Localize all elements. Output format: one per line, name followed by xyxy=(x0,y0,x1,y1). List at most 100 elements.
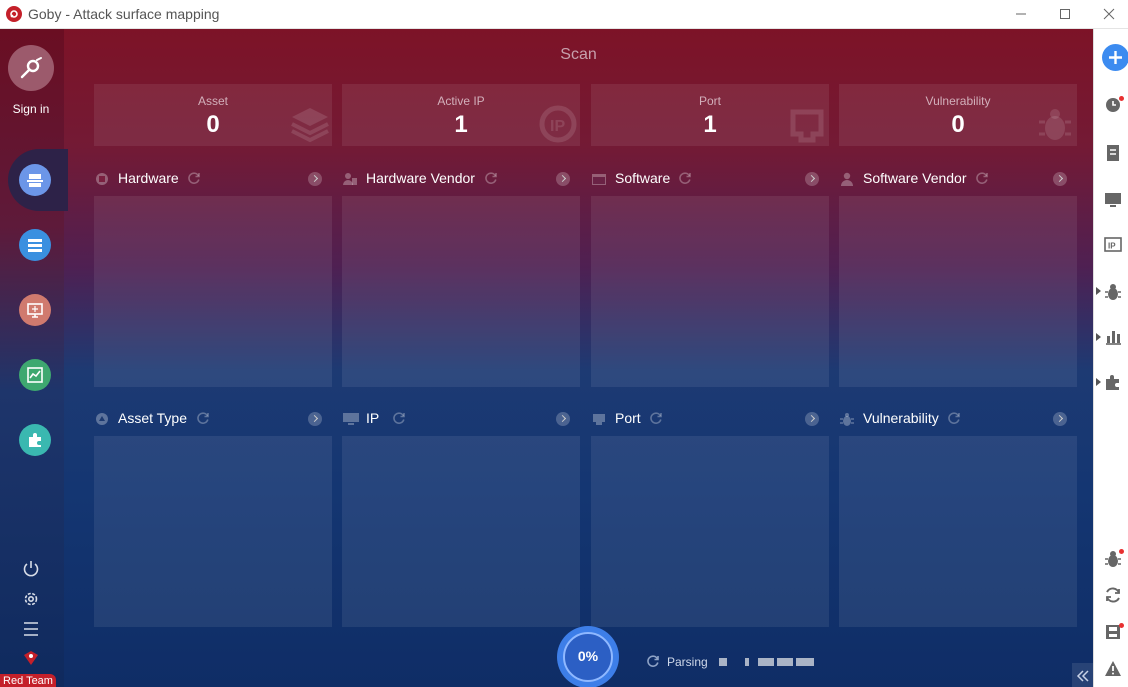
refresh-icon[interactable] xyxy=(196,411,210,425)
menu-icon[interactable] xyxy=(22,620,40,638)
refresh-icon[interactable] xyxy=(392,411,406,425)
redacted-text xyxy=(777,658,793,666)
user-icon xyxy=(841,172,853,186)
more-button[interactable] xyxy=(1053,172,1067,186)
chart-panel xyxy=(591,436,829,627)
stat-vulnerability[interactable]: Vulnerability 0 xyxy=(839,84,1077,146)
chart-panel xyxy=(342,196,580,387)
scan-nav-button[interactable] xyxy=(19,164,51,196)
sync-icon[interactable] xyxy=(1104,586,1122,604)
hardware-icon xyxy=(96,173,108,185)
chart-nav-button[interactable] xyxy=(19,359,51,391)
stat-value: 1 xyxy=(454,111,468,138)
asset-list-nav-button[interactable] xyxy=(19,229,51,261)
status-text: Parsing xyxy=(667,655,708,669)
plus-icon xyxy=(1109,51,1122,64)
notification-dot xyxy=(1119,96,1124,101)
section-title: Hardware xyxy=(118,170,179,186)
bug-icon xyxy=(840,413,854,426)
loading-icon xyxy=(647,655,659,667)
minimize-button[interactable] xyxy=(998,0,1044,28)
redacted-text xyxy=(719,658,727,666)
more-button[interactable] xyxy=(556,412,570,426)
stat-port[interactable]: Port 1 xyxy=(591,84,829,146)
expand-arrow-icon xyxy=(1096,287,1101,295)
red-team-icon xyxy=(24,651,38,665)
ip-icon[interactable]: IP xyxy=(1104,236,1122,254)
maximize-button[interactable] xyxy=(1042,0,1088,28)
refresh-icon[interactable] xyxy=(947,411,961,425)
close-button[interactable] xyxy=(1086,0,1128,28)
stat-label: Vulnerability xyxy=(925,94,991,108)
avatar[interactable] xyxy=(8,45,54,91)
chart-panel xyxy=(839,196,1077,387)
sign-in-link[interactable]: Sign in xyxy=(0,102,62,116)
software-icon xyxy=(592,174,606,185)
goby-logo-icon xyxy=(6,6,22,22)
document-icon[interactable] xyxy=(1104,144,1122,162)
app-body: Sign in Red Team Scan Asset 0 IP Active xyxy=(0,29,1128,687)
expand-arrow-icon xyxy=(1096,333,1101,341)
more-button[interactable] xyxy=(1053,412,1067,426)
bug-icon[interactable] xyxy=(1104,283,1122,301)
page-title: Scan xyxy=(560,46,597,63)
stat-asset[interactable]: Asset 0 xyxy=(94,84,332,146)
double-chevron-left-icon xyxy=(1076,670,1089,682)
left-sidebar: Sign in Red Team xyxy=(0,29,68,687)
section-title: Hardware Vendor xyxy=(366,170,475,186)
edition-badge: Red Team xyxy=(0,674,56,687)
redacted-text xyxy=(745,658,749,666)
puzzle-icon[interactable] xyxy=(1104,373,1122,391)
right-toolbar: IP xyxy=(1093,29,1128,687)
collapse-panel-button[interactable] xyxy=(1072,663,1093,687)
more-button[interactable] xyxy=(556,172,570,186)
list-icon xyxy=(28,239,42,252)
refresh-icon[interactable] xyxy=(187,171,201,185)
more-button[interactable] xyxy=(805,172,819,186)
more-button[interactable] xyxy=(308,172,322,186)
section-title: Port xyxy=(615,410,641,426)
notification-dot xyxy=(1119,623,1124,628)
port-icon xyxy=(593,414,605,425)
warning-icon[interactable] xyxy=(1104,660,1122,678)
bar-chart-icon[interactable] xyxy=(1104,328,1122,346)
plugin-nav-button[interactable] xyxy=(19,424,51,456)
ip-monitor-icon xyxy=(343,413,359,425)
puzzle-icon xyxy=(29,433,41,447)
refresh-icon[interactable] xyxy=(649,411,663,425)
refresh-icon[interactable] xyxy=(678,171,692,185)
desktop-icon[interactable] xyxy=(1104,191,1122,209)
stat-value: 1 xyxy=(703,111,717,138)
redacted-text xyxy=(796,658,814,666)
power-icon[interactable] xyxy=(22,560,40,578)
more-button[interactable] xyxy=(805,412,819,426)
section-title: Vulnerability xyxy=(863,410,939,426)
parsing-status: Parsing xyxy=(646,654,814,673)
stat-value: 0 xyxy=(951,111,965,138)
refresh-icon[interactable] xyxy=(975,171,989,185)
expand-arrow-icon xyxy=(1096,378,1101,386)
asset-type-icon xyxy=(96,413,108,425)
stat-label: Port xyxy=(698,94,721,108)
section-title: IP xyxy=(366,410,380,426)
svg-text:IP: IP xyxy=(1108,242,1116,251)
notification-dot xyxy=(1119,549,1124,554)
section-title: Software xyxy=(615,170,671,186)
scan-icon xyxy=(27,174,43,187)
gear-icon[interactable] xyxy=(22,590,40,608)
section-title: Asset Type xyxy=(118,410,188,426)
stat-value: 0 xyxy=(206,111,220,138)
monitor-nav-button[interactable] xyxy=(19,294,51,326)
chart-panel xyxy=(94,196,332,387)
chart-panel xyxy=(839,436,1077,627)
stat-label: Active IP xyxy=(437,94,485,108)
stat-label: Asset xyxy=(197,94,228,108)
monitor-icon xyxy=(27,303,43,318)
scan-progress[interactable]: 0% xyxy=(557,626,619,687)
stat-active-ip[interactable]: IP Active IP 1 xyxy=(342,84,580,146)
chart-panel xyxy=(591,196,829,387)
refresh-icon[interactable] xyxy=(484,171,498,185)
add-scan-button[interactable] xyxy=(1102,44,1128,71)
title-bar: Goby - Attack surface mapping xyxy=(0,0,1128,29)
more-button[interactable] xyxy=(308,412,322,426)
